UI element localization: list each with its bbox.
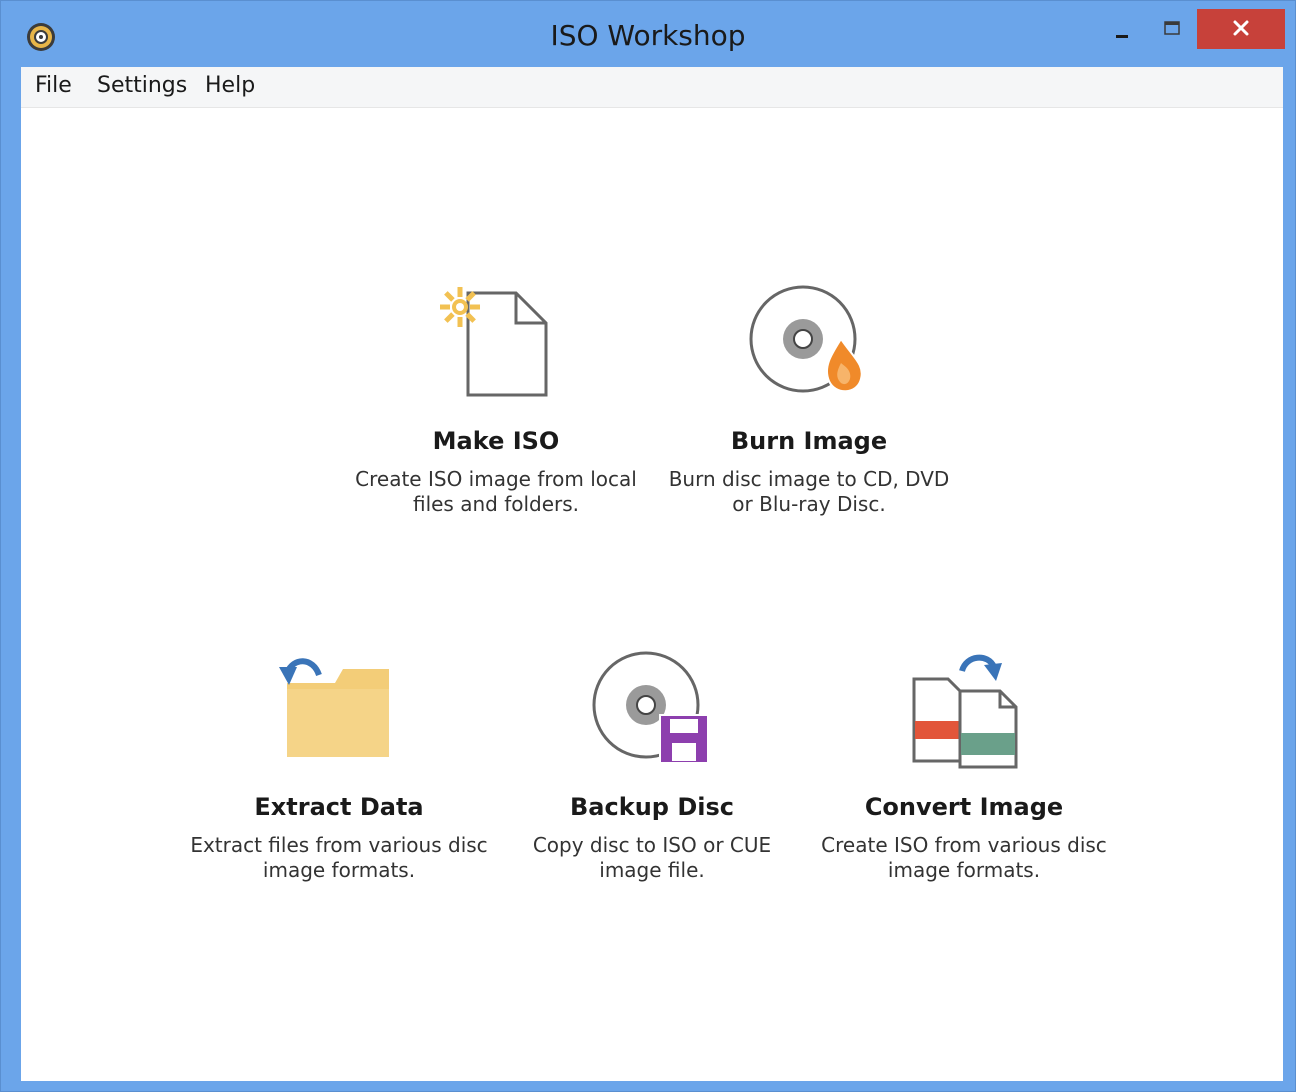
backup-disc-icon [592,651,709,764]
backup-disc-tile[interactable]: Backup Disc Copy disc to ISO or CUE imag… [492,649,812,883]
maximize-button[interactable] [1149,9,1195,49]
app-window: ISO Workshop File Settings Help Make ISO… [0,0,1296,1092]
convert-image-title: Convert Image [864,793,1064,821]
convert-image-tile[interactable]: Convert Image Create ISO from various di… [804,649,1124,883]
extract-data-description: Extract files from various disc image fo… [190,833,488,882]
convert-files-icon [912,654,1018,769]
burn-image-description: Burn disc image to CD, DVD or Blu-ray Di… [668,467,950,516]
minimize-button[interactable] [1099,9,1145,49]
extract-folder-icon [279,658,389,757]
menu-settings[interactable]: Settings [97,73,187,98]
make-iso-description: Create ISO image from local files and fo… [355,467,637,516]
close-button[interactable] [1197,9,1285,49]
menu-help[interactable]: Help [205,73,255,98]
backup-disc-description: Copy disc to ISO or CUE image file. [532,833,772,882]
main-content: Make ISO Create ISO image from local fil… [21,108,1283,1081]
make-iso-tile[interactable]: Make ISO Create ISO image from local fil… [336,283,656,517]
make-iso-title: Make ISO [432,427,560,455]
burn-image-title: Burn Image [730,427,888,455]
close-icon [1233,20,1249,36]
menu-file[interactable]: File [35,73,72,98]
maximize-icon [1164,21,1180,35]
title-bar[interactable]: ISO Workshop [1,1,1295,67]
backup-disc-title: Backup Disc [570,793,734,821]
menu-bar: File Settings Help [21,67,1283,108]
extract-data-tile[interactable]: Extract Data Extract files from various … [179,649,499,883]
minimize-icon [1116,35,1128,38]
burn-disc-icon [749,285,863,393]
burn-image-tile[interactable]: Burn Image Burn disc image to CD, DVD or… [649,283,969,517]
new-file-icon [440,287,548,397]
extract-data-title: Extract Data [254,793,424,821]
convert-image-description: Create ISO from various disc image forma… [821,833,1107,882]
